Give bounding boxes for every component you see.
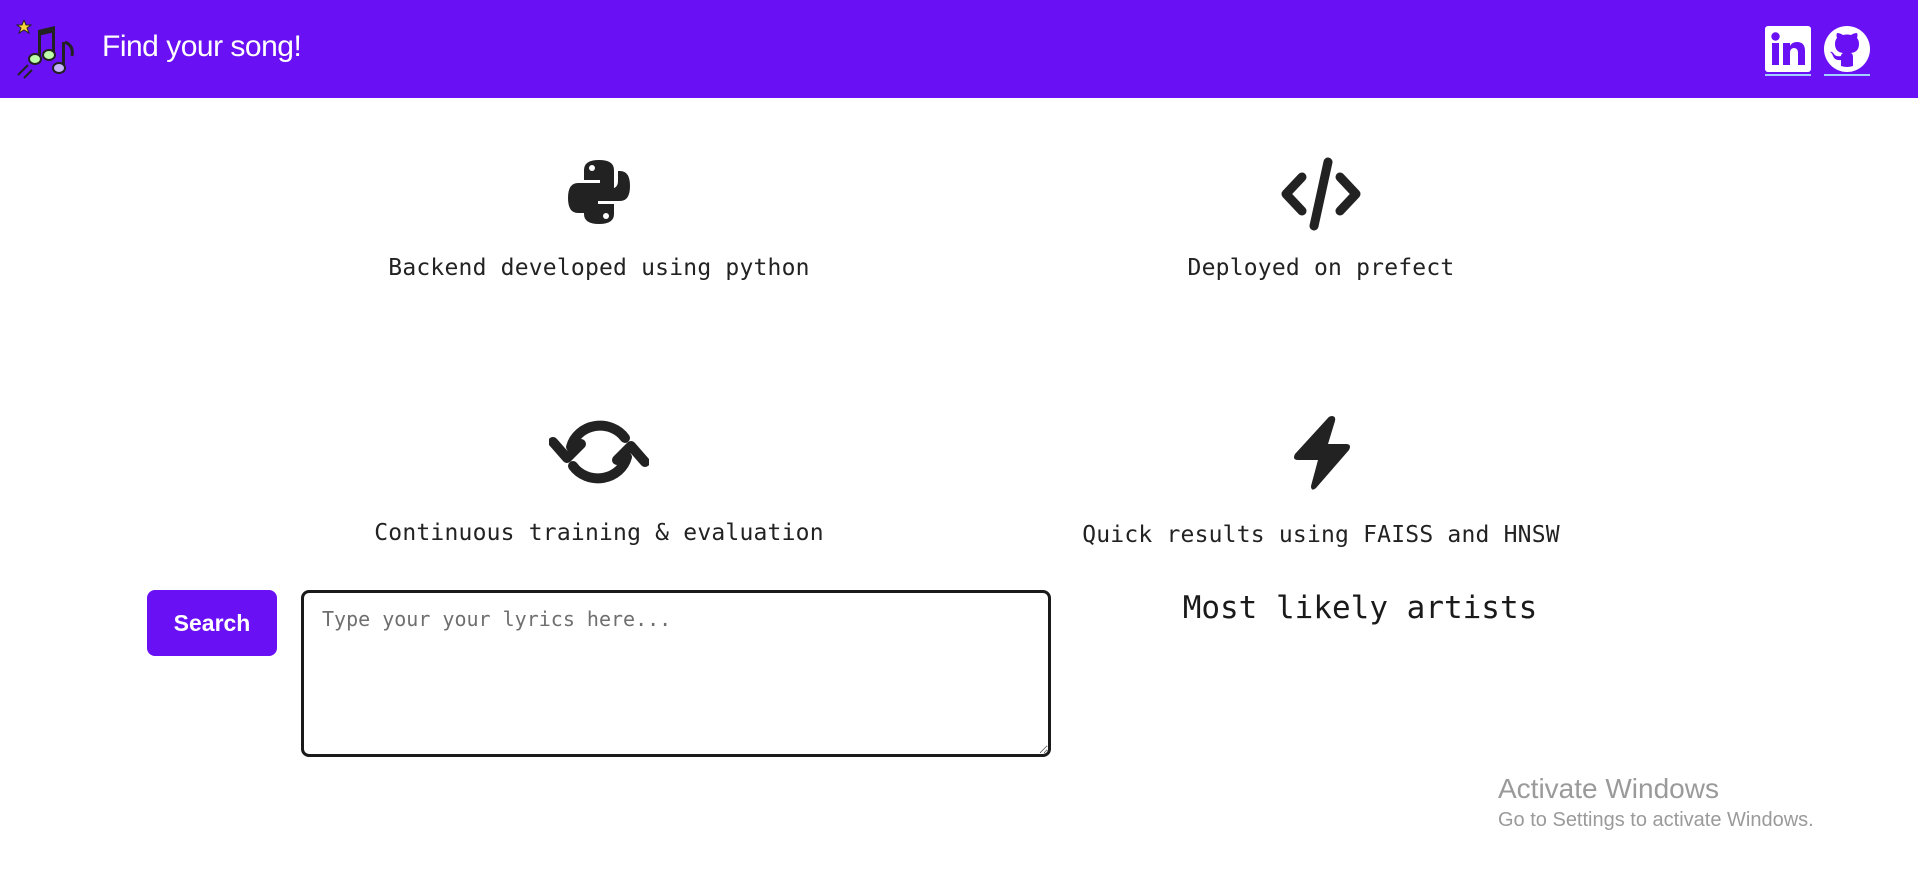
sync-icon	[549, 420, 649, 484]
feature-training: Continuous training & evaluation	[319, 414, 879, 546]
github-link[interactable]	[1824, 26, 1870, 76]
watermark-title: Activate Windows	[1498, 773, 1719, 804]
bolt-icon	[1294, 416, 1350, 490]
navbar: Find your song!	[0, 0, 1918, 98]
feature-label: Continuous training & evaluation	[374, 520, 824, 546]
results-heading: Most likely artists	[1182, 590, 1538, 626]
feature-label: Quick results using FAISS and HNSW	[1082, 522, 1560, 548]
link-underline	[1765, 74, 1811, 76]
activation-watermark: Activate Windows Go to Settings to activ…	[1498, 773, 1814, 832]
feature-code: Deployed on prefect	[1041, 157, 1601, 281]
feature-python: Backend developed using python	[319, 158, 879, 281]
feature-label: Deployed on prefect	[1187, 255, 1455, 281]
feature-label: Backend developed using python	[388, 255, 810, 281]
github-icon	[1824, 26, 1870, 72]
link-underline	[1824, 74, 1870, 76]
lyrics-input[interactable]	[301, 590, 1051, 757]
code-icon	[1281, 157, 1361, 231]
search-button[interactable]: Search	[147, 590, 277, 656]
python-icon	[568, 160, 630, 224]
music-notes-icon[interactable]	[15, 18, 78, 80]
linkedin-icon	[1765, 26, 1811, 72]
linkedin-link[interactable]	[1765, 26, 1811, 76]
app-title: Find your song!	[102, 30, 302, 63]
watermark-subtitle: Go to Settings to activate Windows.	[1498, 809, 1814, 831]
feature-speed: Quick results using FAISS and HNSW	[1041, 414, 1601, 548]
